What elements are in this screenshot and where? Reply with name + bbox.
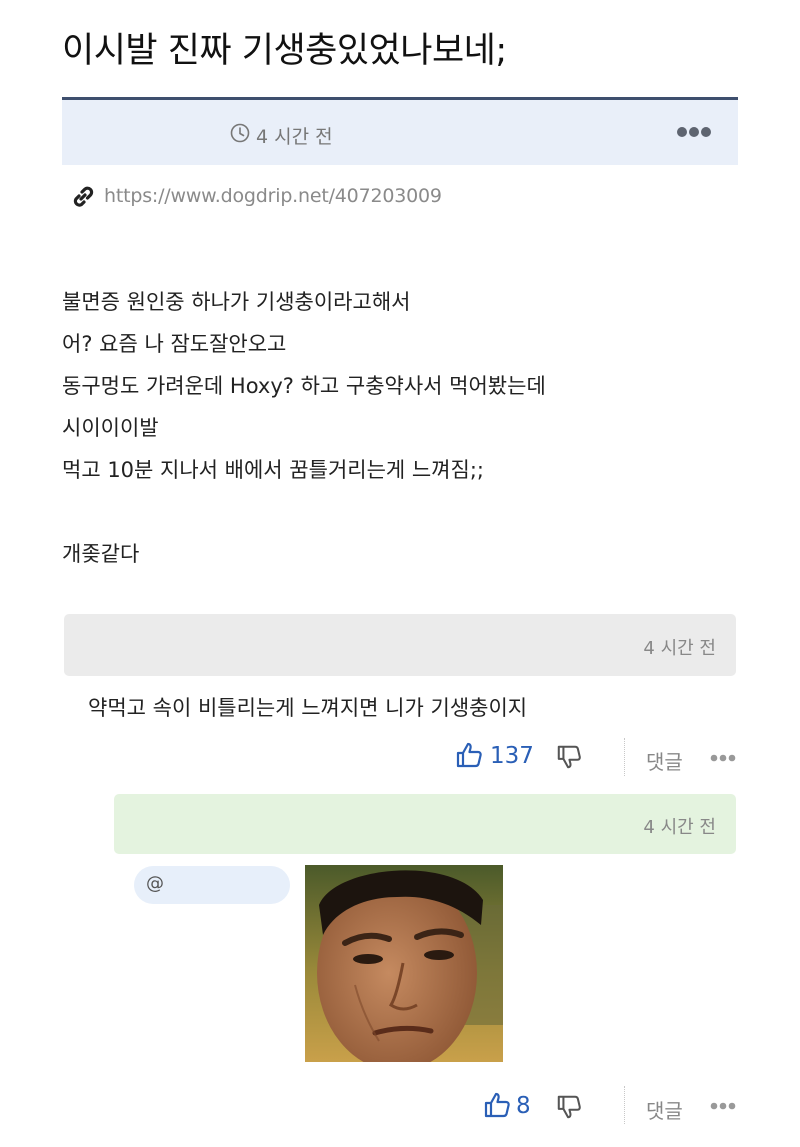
thumbs-up-icon[interactable]	[483, 1091, 511, 1119]
like-count: 137	[490, 743, 534, 769]
action-divider	[624, 738, 625, 776]
clock-icon	[230, 123, 250, 143]
body-line: 시이이이발	[62, 416, 159, 440]
body-line: 어? 요즘 나 잠도잘안오고	[62, 332, 287, 356]
post-meta-bar	[62, 100, 738, 165]
body-line: 불면증 원인중 하나가 기생충이라고해서	[62, 290, 411, 314]
thumbs-up-icon[interactable]	[455, 741, 483, 769]
body-line: 개좆같다	[62, 542, 140, 566]
more-icon[interactable]	[710, 1101, 736, 1111]
reply-button[interactable]: 댓글	[646, 1095, 683, 1124]
comment-image	[305, 865, 503, 1062]
post-url[interactable]: https://www.dogdrip.net/407203009	[104, 185, 442, 207]
post-time: 4 시간 전	[256, 126, 333, 148]
mention-text: @	[146, 873, 164, 894]
body-line: 동구멍도 가려운데 Hoxy? 하고 구충약사서 먹어봤는데	[62, 374, 546, 398]
comment-time: 4 시간 전	[643, 638, 716, 659]
link-icon	[73, 186, 94, 207]
post-title: 이시발 진짜 기생충있었나보네;	[62, 31, 507, 71]
reply-button[interactable]: 댓글	[646, 746, 683, 775]
comment-text: 약먹고 속이 비틀리는게 느껴지면 니가 기생충이지	[88, 696, 528, 720]
more-icon[interactable]	[676, 124, 712, 140]
thumbs-down-icon[interactable]	[556, 744, 582, 770]
comment-time: 4 시간 전	[643, 817, 716, 838]
thumbs-down-icon[interactable]	[556, 1094, 582, 1120]
comment-header	[64, 614, 736, 676]
body-line: 먹고 10분 지나서 배에서 꿈틀거리는게 느껴짐;;	[62, 458, 485, 482]
more-icon[interactable]	[710, 753, 736, 763]
action-divider	[624, 1086, 625, 1124]
like-count: 8	[516, 1093, 531, 1119]
